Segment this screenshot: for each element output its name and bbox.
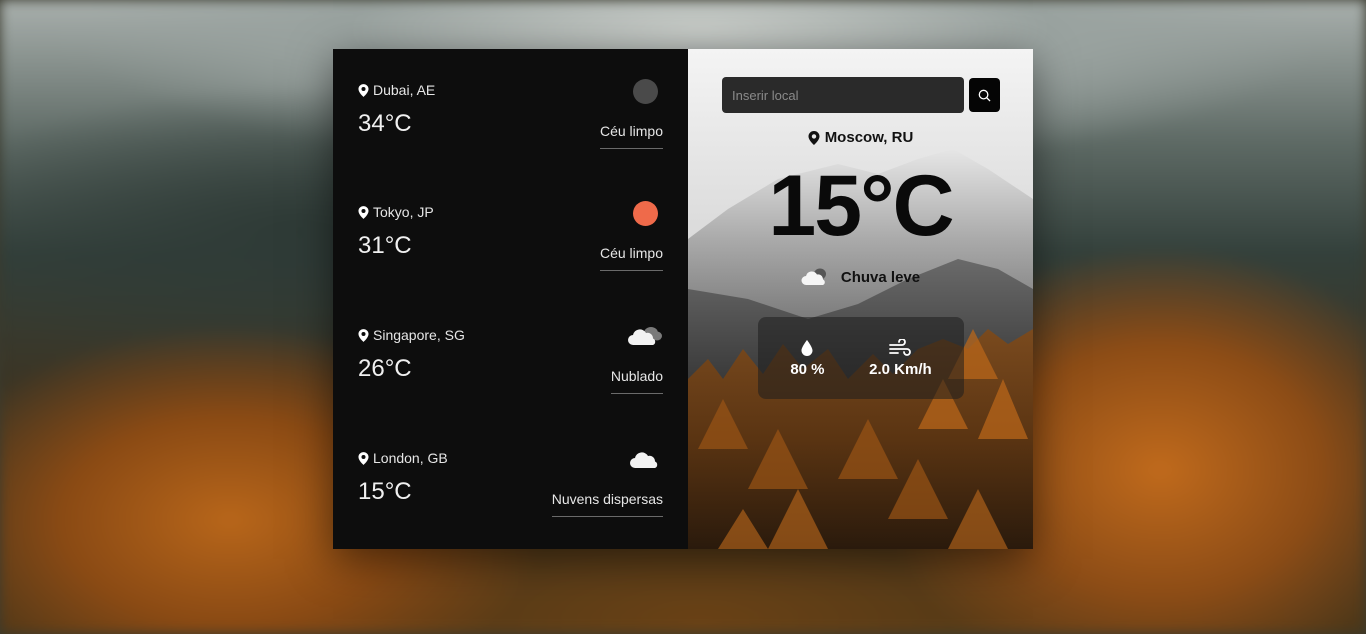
- search-button[interactable]: [969, 78, 1000, 112]
- city-item-singapore[interactable]: Singapore, SG 26°C Nublado: [358, 294, 663, 404]
- clear-sky-icon: [627, 76, 663, 106]
- city-condition: Céu limpo: [599, 123, 663, 149]
- city-name: Dubai, AE: [373, 82, 436, 98]
- city-list-panel: Dubai, AE 34°C Céu limpo Tokyo, JP 31°C …: [333, 49, 688, 549]
- location-pin-icon: [808, 130, 820, 145]
- current-location: Moscow, RU: [688, 129, 1033, 146]
- wind-stat: 2.0 Km/h: [869, 338, 932, 378]
- humidity-value: 80 %: [790, 360, 825, 378]
- city-temp: 34°C: [358, 110, 412, 137]
- location-pin-icon: [358, 328, 369, 342]
- current-temperature: 15°C: [768, 158, 954, 254]
- city-name: Singapore, SG: [373, 327, 465, 343]
- current-condition-label: Chuva leve: [840, 268, 921, 286]
- location-search-input[interactable]: [722, 77, 964, 113]
- current-location-label: Moscow, RU: [824, 129, 914, 146]
- humidity-stat: 80 %: [790, 339, 825, 378]
- city-item-dubai[interactable]: Dubai, AE 34°C Céu limpo: [358, 49, 663, 159]
- city-temp: 31°C: [358, 232, 412, 259]
- location-pin-icon: [358, 83, 369, 97]
- city-condition: Nuvens dispersas: [551, 491, 663, 517]
- weather-card: Dubai, AE 34°C Céu limpo Tokyo, JP 31°C …: [333, 49, 1033, 549]
- city-item-tokyo[interactable]: Tokyo, JP 31°C Céu limpo: [358, 171, 663, 281]
- city-item-london[interactable]: London, GB 15°C Nuvens dispersas: [358, 417, 663, 527]
- weather-stats: 80 % 2.0 Km/h: [758, 317, 964, 399]
- search-icon: [978, 89, 991, 102]
- wind-icon: [889, 338, 912, 356]
- city-condition: Céu limpo: [599, 245, 663, 271]
- current-weather-panel: Moscow, RU 15°C Chuva leve 80 % 2.0 Km/h: [688, 49, 1033, 549]
- cloudy-icon: [627, 321, 663, 351]
- scattered-clouds-icon: [627, 444, 663, 474]
- location-pin-icon: [358, 205, 369, 219]
- city-condition: Nublado: [610, 368, 663, 394]
- city-temp: 15°C: [358, 478, 412, 505]
- wind-value: 2.0 Km/h: [869, 360, 932, 378]
- droplet-icon: [801, 339, 813, 356]
- city-name: London, GB: [373, 450, 448, 466]
- current-condition: Chuva leve: [688, 267, 1033, 287]
- light-rain-cloud-icon: [801, 268, 826, 285]
- location-pin-icon: [358, 451, 369, 465]
- city-name: Tokyo, JP: [373, 204, 434, 220]
- sun-icon: [627, 198, 663, 228]
- mountain-forest-background: [688, 49, 1033, 549]
- city-temp: 26°C: [358, 355, 412, 382]
